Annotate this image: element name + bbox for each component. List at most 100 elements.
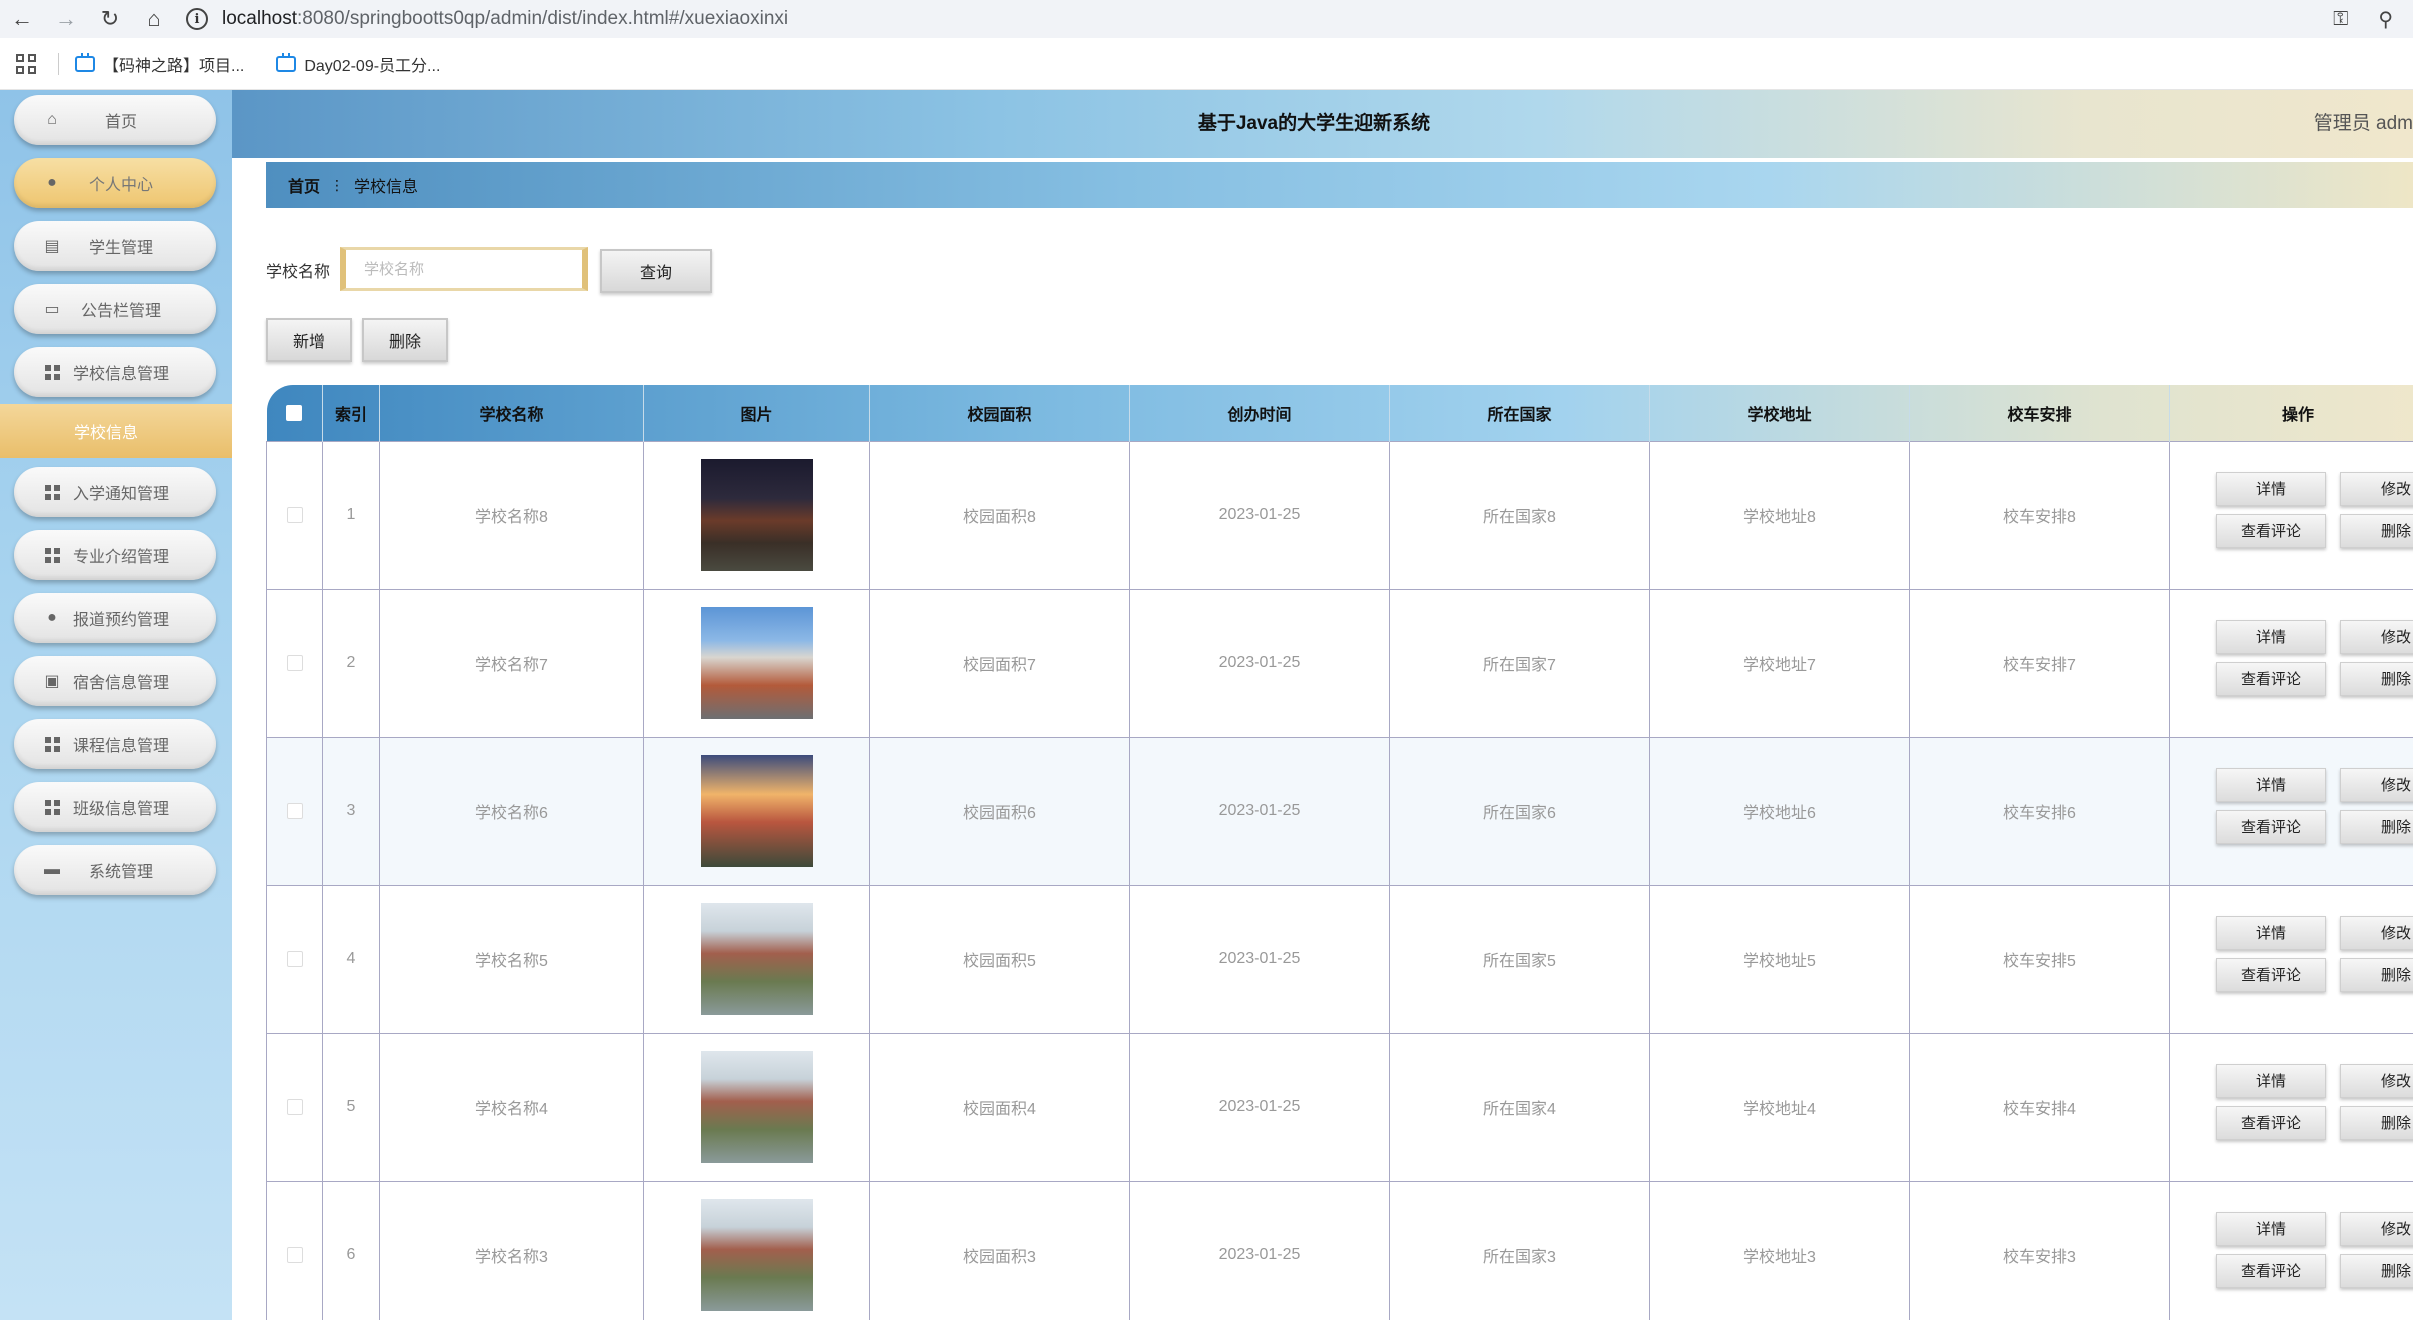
briefcase-icon: ▬: [44, 861, 60, 878]
edit-button[interactable]: 修改: [2340, 619, 2413, 654]
cell-index: 6: [322, 1180, 380, 1320]
cell-bus: 校车安排6: [1909, 736, 2170, 886]
cell-address: 学校地址8: [1649, 440, 1910, 590]
url-text[interactable]: localhost:8080/springbootts0qp/admin/dis…: [222, 8, 788, 30]
detail-button[interactable]: 详情: [2216, 767, 2326, 802]
query-button[interactable]: 查询: [600, 249, 712, 293]
cell-actions: 详情 修改 查看评论 删除: [2169, 884, 2413, 1034]
sidebar-item-home[interactable]: ⌂ 首页: [14, 95, 216, 145]
home-icon[interactable]: ⌂: [132, 0, 176, 38]
search-input[interactable]: [340, 247, 588, 291]
detail-button[interactable]: 详情: [2216, 619, 2326, 654]
select-cell[interactable]: [266, 588, 323, 738]
view-comments-button[interactable]: 查看评论: [2216, 1105, 2326, 1140]
bookmark-item[interactable]: Day02-09-员工分...: [276, 52, 440, 76]
apps-icon[interactable]: [16, 53, 36, 74]
sidebar-item-courses[interactable]: 课程信息管理: [14, 719, 216, 769]
bookmark-item[interactable]: 【码神之路】项目...: [75, 52, 244, 76]
breadcrumb-home[interactable]: 首页: [288, 173, 320, 197]
edit-button[interactable]: 修改: [2340, 471, 2413, 506]
edit-button[interactable]: 修改: [2340, 915, 2413, 950]
cell-actions: 详情 修改 查看评论 删除: [2169, 440, 2413, 590]
edit-button[interactable]: 修改: [2340, 1211, 2413, 1246]
select-cell[interactable]: [266, 1032, 323, 1182]
row-checkbox[interactable]: [286, 951, 303, 967]
bookmarks-bar: 【码神之路】项目... Day02-09-员工分...: [0, 38, 2413, 90]
sidebar-item-students[interactable]: ▤ 学生管理: [14, 221, 216, 271]
user-menu[interactable]: 管理员 adm: [2314, 90, 2413, 158]
detail-button[interactable]: 详情: [2216, 1211, 2326, 1246]
column-header: 操作: [2169, 385, 2413, 441]
delete-button[interactable]: 删除: [2340, 513, 2413, 548]
sidebar-item-system[interactable]: ▬ 系统管理: [14, 845, 216, 895]
sidebar-item-school-info[interactable]: 学校信息管理: [14, 347, 216, 397]
user-icon: ●: [47, 609, 57, 626]
select-cell[interactable]: [266, 736, 323, 886]
column-header: 学校名称: [379, 385, 644, 441]
row-checkbox[interactable]: [286, 803, 303, 819]
add-button[interactable]: 新增: [266, 318, 352, 362]
reload-icon[interactable]: ↻: [88, 0, 132, 38]
sidebar-item-admission[interactable]: 入学通知管理: [14, 467, 216, 517]
back-icon[interactable]: ←: [0, 0, 44, 38]
select-cell[interactable]: [266, 440, 323, 590]
sidebar-item-dorms[interactable]: ▣ 宿舍信息管理: [14, 656, 216, 706]
row-checkbox[interactable]: [286, 1099, 303, 1115]
select-all-checkbox[interactable]: [286, 404, 303, 421]
sidebar-item-classes[interactable]: 班级信息管理: [14, 782, 216, 832]
sidebar-item-notices[interactable]: ▭ 公告栏管理: [14, 284, 216, 334]
column-header: 校车安排: [1909, 385, 2170, 441]
delete-button[interactable]: 删除: [2340, 809, 2413, 844]
bookmark-label: 【码神之路】项目...: [103, 57, 245, 75]
cell-bus: 校车安排5: [1909, 884, 2170, 1034]
select-all-cell[interactable]: [266, 385, 323, 441]
select-cell[interactable]: [266, 884, 323, 1034]
chart-icon: ▤: [44, 238, 60, 255]
cell-image: [643, 440, 870, 590]
delete-button[interactable]: 删除: [2340, 1105, 2413, 1140]
school-photo: [700, 1051, 813, 1163]
edit-button[interactable]: 修改: [2340, 767, 2413, 802]
cell-area: 校园面积4: [869, 1032, 1130, 1182]
view-comments-button[interactable]: 查看评论: [2216, 957, 2326, 992]
delete-button[interactable]: 删除: [2340, 661, 2413, 696]
view-comments-button[interactable]: 查看评论: [2216, 1253, 2326, 1288]
edit-button[interactable]: 修改: [2340, 1063, 2413, 1098]
cell-school-name: 学校名称7: [379, 588, 644, 738]
batch-delete-button[interactable]: 删除: [362, 318, 448, 362]
key-icon[interactable]: ⚿: [2333, 8, 2348, 31]
school-photo: [700, 1199, 813, 1311]
cell-founded-date: 2023-01-25: [1129, 440, 1390, 590]
url-path: :8080/springbootts0qp/admin/dist/index.h…: [297, 8, 789, 29]
grid-icon: [42, 734, 62, 754]
tv-icon: [75, 52, 95, 72]
view-comments-button[interactable]: 查看评论: [2216, 513, 2326, 548]
select-cell[interactable]: [266, 1180, 323, 1320]
detail-button[interactable]: 详情: [2216, 1063, 2326, 1098]
cell-address: 学校地址5: [1649, 884, 1910, 1034]
app-header: 基于Java的大学生迎新系统 管理员 adm: [232, 90, 2413, 158]
delete-button[interactable]: 删除: [2340, 957, 2413, 992]
sidebar-item-reservations[interactable]: ● 报道预约管理: [14, 593, 216, 643]
view-comments-button[interactable]: 查看评论: [2216, 809, 2326, 844]
detail-button[interactable]: 详情: [2216, 915, 2326, 950]
forward-icon[interactable]: →: [44, 0, 88, 38]
detail-button[interactable]: 详情: [2216, 471, 2326, 506]
row-checkbox[interactable]: [286, 507, 303, 523]
delete-button[interactable]: 删除: [2340, 1253, 2413, 1288]
column-header: 校园面积: [869, 385, 1130, 441]
grid-icon: [42, 362, 62, 382]
row-checkbox[interactable]: [286, 655, 303, 671]
sidebar-item-majors[interactable]: 专业介绍管理: [14, 530, 216, 580]
row-checkbox[interactable]: [286, 1247, 303, 1263]
search-label: 学校名称: [266, 264, 331, 281]
sidebar-item-profile[interactable]: ● 个人中心: [14, 158, 216, 208]
address-bar[interactable]: i localhost:8080/springbootts0qp/admin/d…: [186, 4, 788, 34]
view-comments-button[interactable]: 查看评论: [2216, 661, 2326, 696]
cell-area: 校园面积7: [869, 588, 1130, 738]
info-icon[interactable]: i: [186, 8, 208, 30]
sidebar-subitem-school-info[interactable]: 学校信息: [0, 404, 232, 458]
zoom-icon[interactable]: ⚲: [2378, 7, 2393, 32]
cell-founded-date: 2023-01-25: [1129, 1180, 1390, 1320]
cell-founded-date: 2023-01-25: [1129, 1032, 1390, 1182]
